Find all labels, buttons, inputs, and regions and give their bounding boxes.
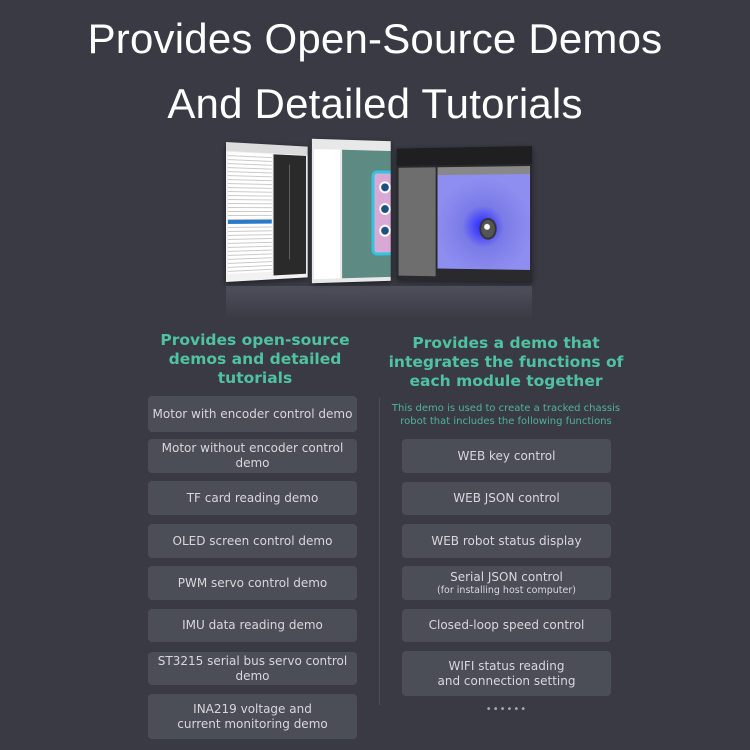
right-column-description: This demo is used to create a tracked ch… (391, 403, 621, 427)
item-note: (for installing host computer) (437, 584, 576, 596)
item-label: TF card reading demo (186, 490, 319, 505)
screenshot-robot-simulator (396, 146, 532, 282)
demo-item-ina219: INA219 voltage and current monitoring de… (148, 694, 357, 739)
item-label: WEB robot status display (431, 533, 582, 548)
software-screenshots-collage (222, 138, 542, 323)
item-label: WIFI status reading (448, 658, 565, 673)
function-item-wifi: WIFI status reading and connection setti… (402, 651, 611, 696)
item-label-line-2: and connection setting (437, 673, 576, 688)
screenshot-config-editor (226, 142, 308, 282)
function-item-serial-json: Serial JSON control (for installing host… (402, 566, 611, 600)
screenshot-pcb-viewer (311, 138, 391, 284)
demo-item-tf-card: TF card reading demo (148, 481, 357, 515)
demo-item-pwm-servo: PWM servo control demo (148, 566, 357, 600)
item-label-line-2: current monitoring demo (177, 716, 328, 731)
item-label: INA219 voltage and (193, 701, 312, 716)
demo-item-st3215-servo: ST3215 serial bus servo control demo (148, 652, 357, 685)
item-label: OLED screen control demo (172, 533, 333, 548)
item-label: WEB JSON control (453, 491, 560, 505)
right-column-heading: Provides a demo that integrates the func… (388, 334, 624, 390)
item-label: Serial JSON control (450, 569, 563, 584)
column-divider (379, 398, 380, 705)
item-label: WEB key control (457, 448, 556, 463)
item-label: ST3215 serial bus servo control demo (157, 653, 348, 683)
page-title-line-1: Provides Open-Source Demos (87, 15, 663, 62)
function-item-closed-loop: Closed-loop speed control (402, 609, 611, 642)
function-item-web-json: WEB JSON control (402, 482, 611, 515)
function-item-web-key: WEB key control (402, 439, 611, 473)
demo-item-oled: OLED screen control demo (148, 524, 357, 558)
more-ellipsis: •••••• (485, 704, 528, 715)
item-label: PWM servo control demo (177, 575, 328, 590)
item-label: IMU data reading demo (182, 618, 323, 632)
left-column-heading: Provides open-source demos and detailed … (160, 331, 350, 387)
item-label: Motor without encoder control demo (161, 441, 344, 470)
demo-item-imu: IMU data reading demo (148, 609, 357, 642)
demo-item-motor-no-encoder: Motor without encoder control demo (148, 439, 357, 473)
item-label: Closed-loop speed control (428, 618, 585, 632)
item-label: Motor with encoder control demo (152, 406, 353, 421)
function-item-web-status: WEB robot status display (402, 524, 611, 558)
collage-reflection (226, 286, 532, 320)
page-title-line-2: And Detailed Tutorials (167, 80, 583, 127)
demo-item-motor-encoder: Motor with encoder control demo (148, 396, 357, 432)
